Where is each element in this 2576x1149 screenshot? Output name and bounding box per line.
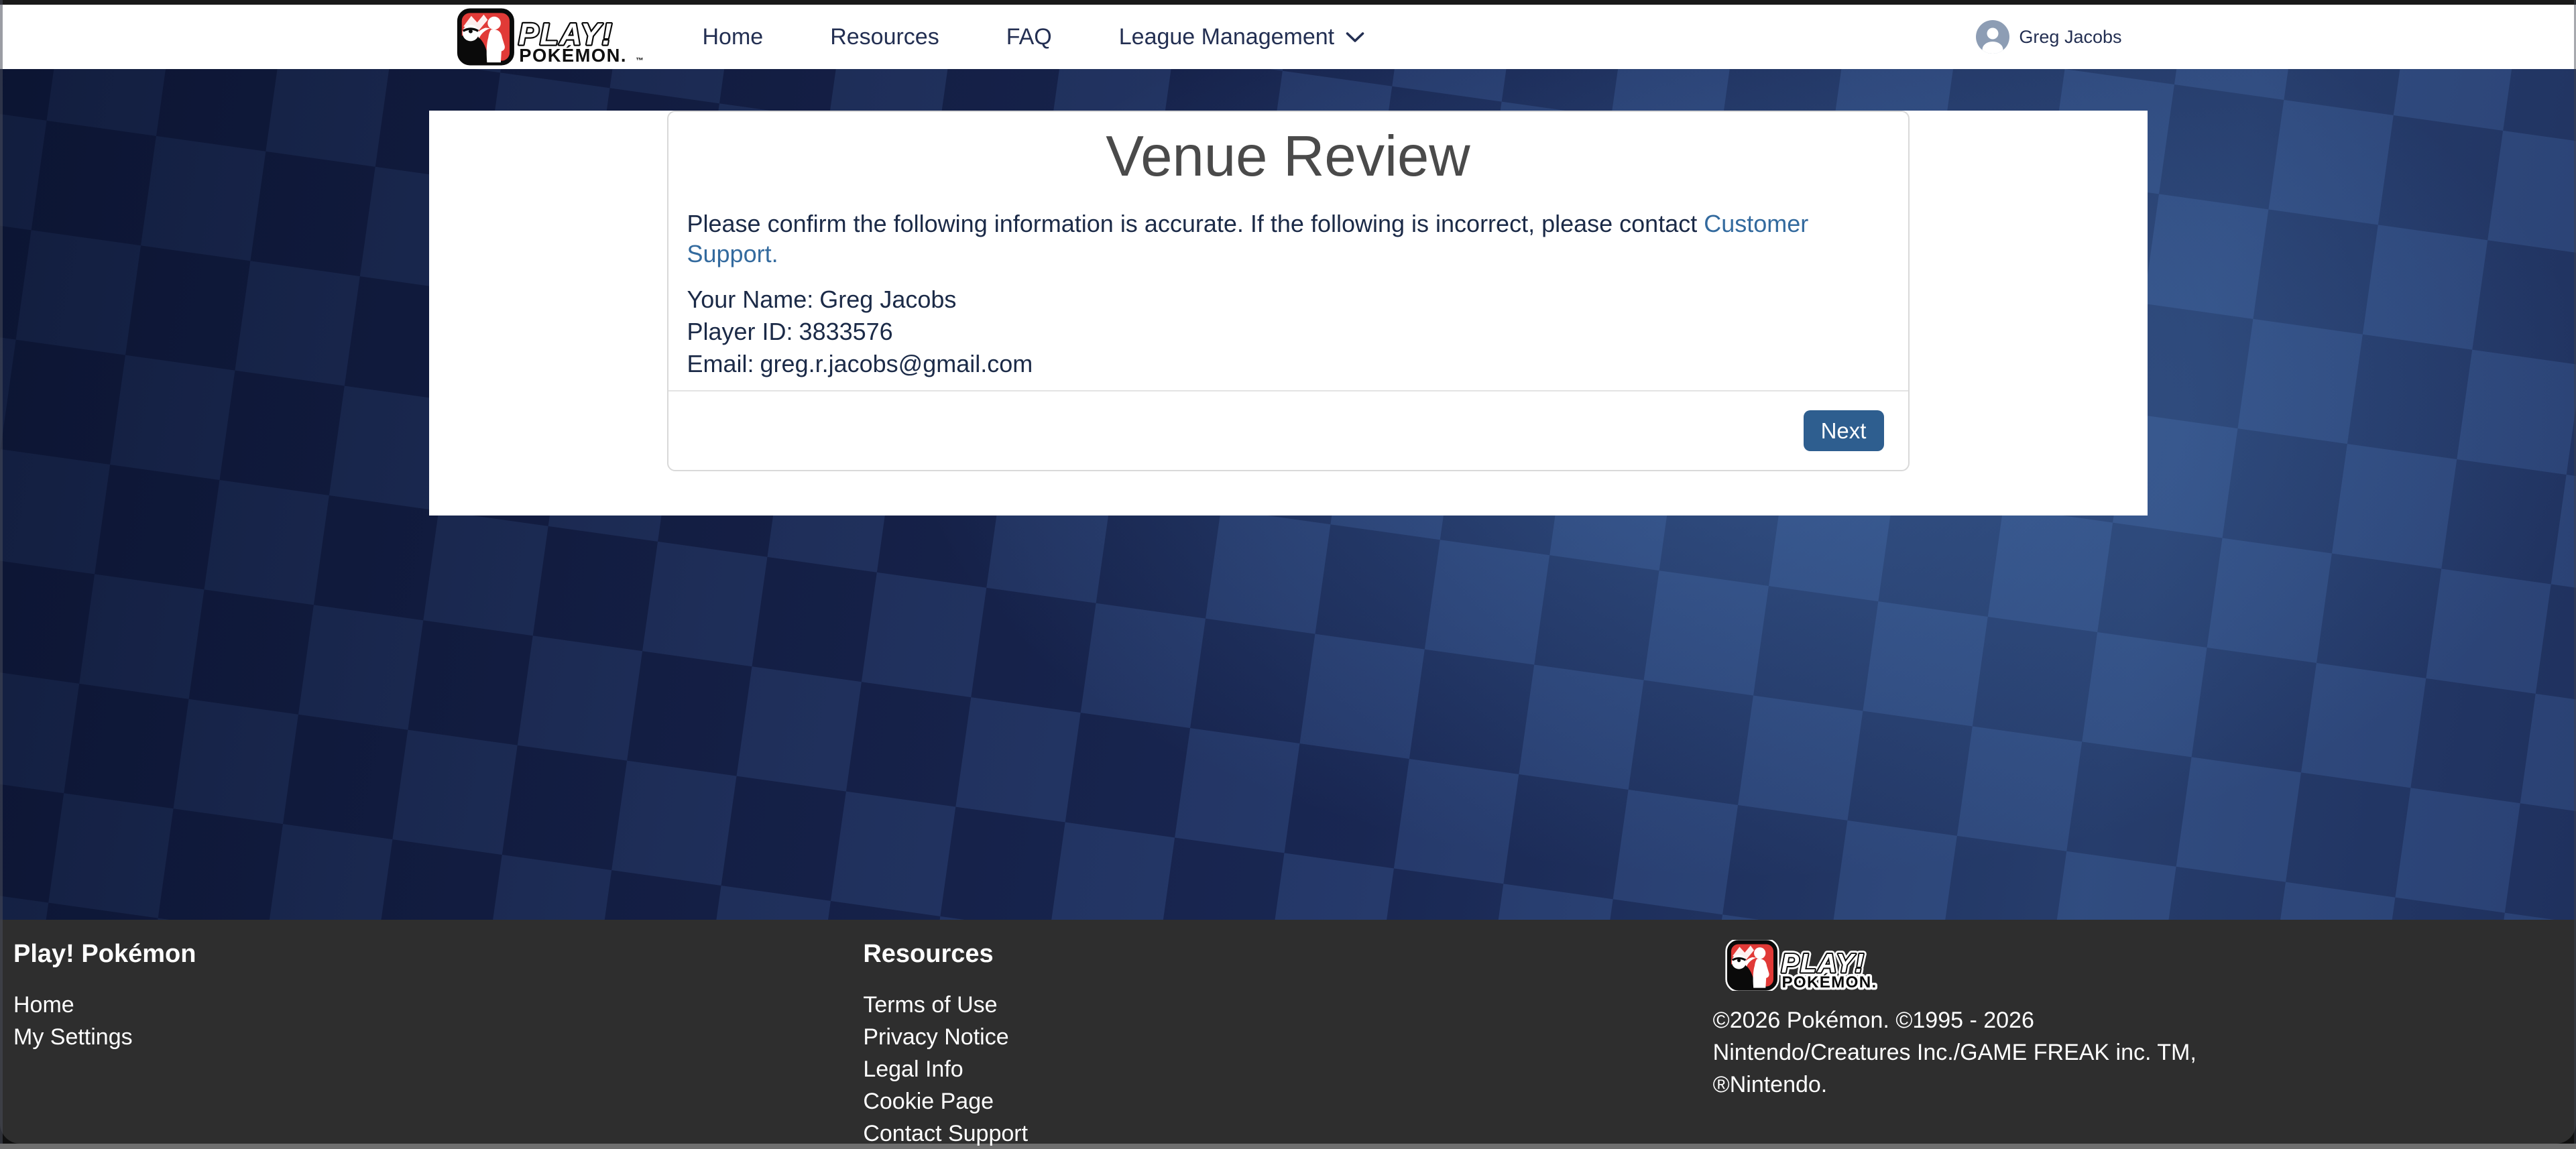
player-id-label: Player ID: xyxy=(687,318,793,345)
footer-logo-graphic: PLAY! POKÉMON. PLAY! POKÉMON. xyxy=(1713,940,1914,991)
navbar-inner: PLAY! POKÉMON. ™ Home Resources FAQ Leag… xyxy=(429,5,2148,69)
footer-column-play-pokemon: Play! Pokémon Home My Settings xyxy=(13,940,863,1149)
confirmation-instructions: Please confirm the following information… xyxy=(687,208,1889,269)
footer-column-resources: Resources Terms of Use Privacy Notice Le… xyxy=(863,940,1712,1149)
footer-link-legal-info[interactable]: Legal Info xyxy=(863,1053,1712,1085)
copyright-line-3: ®Nintendo. xyxy=(1713,1069,2563,1101)
nav-league-management[interactable]: League Management xyxy=(1119,24,1365,50)
intro-period: . xyxy=(772,240,778,267)
site-footer: Play! Pokémon Home My Settings Resources… xyxy=(0,920,2576,1144)
footer-link-home[interactable]: Home xyxy=(13,989,863,1021)
chevron-down-icon xyxy=(1345,31,1365,44)
footer-link-my-settings[interactable]: My Settings xyxy=(13,1021,863,1053)
card-body: Venue Review Please confirm the followin… xyxy=(668,112,1908,390)
play-pokemon-logo-graphic: PLAY! POKÉMON. ™ xyxy=(455,8,656,66)
copyright-line-2: Nintendo/Creatures Inc./GAME FREAK inc. … xyxy=(1713,1036,2563,1069)
footer-heading-resources: Resources xyxy=(863,940,1712,969)
copyright-line-1: ©2026 Pokémon. ©1995 - 2026 xyxy=(1713,1004,2563,1036)
footer-link-terms-of-use[interactable]: Terms of Use xyxy=(863,989,1712,1021)
card-footer: Next xyxy=(668,390,1908,470)
player-id-value: 3833576 xyxy=(799,318,893,345)
svg-text:™: ™ xyxy=(636,56,644,65)
nav-resources[interactable]: Resources xyxy=(830,24,939,50)
footer-link-privacy-notice[interactable]: Privacy Notice xyxy=(863,1021,1712,1053)
nav-home[interactable]: Home xyxy=(703,24,764,50)
svg-text:POKÉMON.: POKÉMON. xyxy=(1781,973,1877,991)
your-name-row: Your Name:Greg Jacobs xyxy=(687,284,1889,316)
email-label: Email: xyxy=(687,350,754,377)
your-name-value: Greg Jacobs xyxy=(819,286,956,313)
primary-nav: Home Resources FAQ League Management xyxy=(703,24,1366,50)
email-value: greg.r.jacobs@gmail.com xyxy=(760,350,1033,377)
play-pokemon-logo[interactable]: PLAY! POKÉMON. ™ xyxy=(455,8,656,66)
footer-link-cookie-page[interactable]: Cookie Page xyxy=(863,1085,1712,1117)
page: PLAY! POKÉMON. ™ Home Resources FAQ Leag… xyxy=(0,0,2576,1149)
next-button[interactable]: Next xyxy=(1804,410,1884,451)
user-menu[interactable]: Greg Jacobs xyxy=(1975,19,2121,54)
email-row: Email:greg.r.jacobs@gmail.com xyxy=(687,348,1889,380)
page-title: Venue Review xyxy=(687,125,1889,188)
window-frame-top xyxy=(0,0,2576,5)
nav-faq[interactable]: FAQ xyxy=(1006,24,1052,50)
player-id-row: Player ID:3833576 xyxy=(687,316,1889,348)
content-panel: Venue Review Please confirm the followin… xyxy=(429,111,2148,516)
venue-review-card: Venue Review Please confirm the followin… xyxy=(667,111,1910,471)
footer-link-contact-support[interactable]: Contact Support xyxy=(863,1117,1712,1149)
main-content: Venue Review Please confirm the followin… xyxy=(0,69,2576,920)
footer-play-pokemon-logo: PLAY! POKÉMON. PLAY! POKÉMON. xyxy=(1713,940,2563,991)
user-name: Greg Jacobs xyxy=(2019,27,2121,48)
player-info: Your Name:Greg Jacobs Player ID:3833576 … xyxy=(687,284,1889,380)
svg-text:POKÉMON.: POKÉMON. xyxy=(519,45,627,66)
footer-heading-play-pokemon: Play! Pokémon xyxy=(13,940,863,969)
copyright-text: ©2026 Pokémon. ©1995 - 2026 Nintendo/Cre… xyxy=(1713,1004,2563,1101)
your-name-label: Your Name: xyxy=(687,286,814,313)
intro-text: Please confirm the following information… xyxy=(687,210,1704,237)
footer-column-legal: PLAY! POKÉMON. PLAY! POKÉMON. ©2026 Poké xyxy=(1713,940,2563,1149)
user-avatar-icon xyxy=(1975,19,2010,54)
nav-league-management-label: League Management xyxy=(1119,24,1334,50)
top-navbar: PLAY! POKÉMON. ™ Home Resources FAQ Leag… xyxy=(0,5,2576,69)
